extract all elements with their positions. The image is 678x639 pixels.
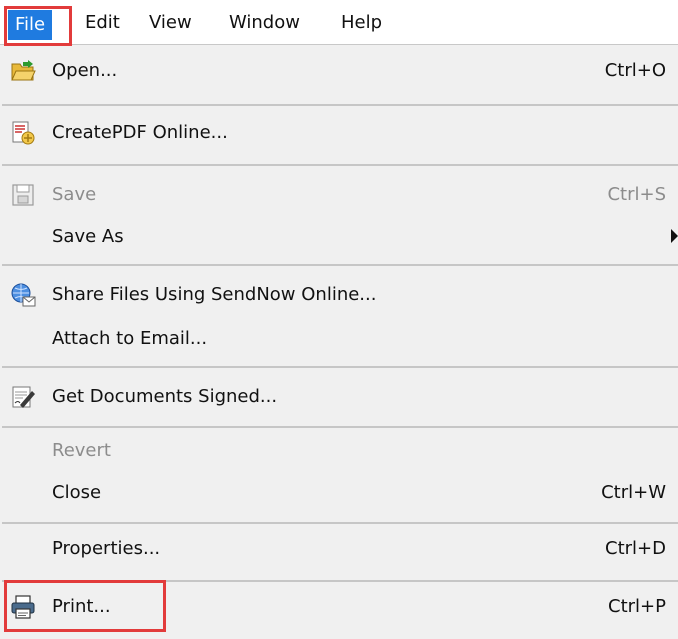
menu-item-print[interactable]: Print... Ctrl+P: [0, 582, 678, 632]
menu-item-properties[interactable]: Properties... Ctrl+D: [0, 524, 678, 574]
printer-icon: [11, 595, 35, 619]
print-shortcut: Ctrl+P: [608, 596, 666, 617]
menu-item-createpdf-online[interactable]: CreatePDF Online...: [0, 108, 678, 158]
create-pdf-icon: [12, 121, 35, 145]
sign-document-icon: [12, 386, 35, 408]
menu-help[interactable]: Help: [334, 8, 389, 38]
separator: [2, 264, 678, 266]
menu-view[interactable]: View: [142, 8, 199, 38]
save-as-label: Save As: [52, 226, 124, 247]
menu-item-close[interactable]: Close Ctrl+W: [0, 468, 678, 518]
signed-label: Get Documents Signed...: [52, 386, 278, 407]
menu-file[interactable]: File: [8, 10, 53, 40]
open-label: Open...: [52, 60, 118, 81]
properties-shortcut: Ctrl+D: [605, 538, 666, 559]
menu-item-attach-email[interactable]: Attach to Email...: [0, 314, 678, 364]
separator: [2, 104, 678, 106]
menu-item-share-sendnow[interactable]: Share Files Using SendNow Online...: [0, 270, 678, 320]
separator: [2, 164, 678, 166]
open-shortcut: Ctrl+O: [604, 60, 666, 81]
menu-item-get-documents-signed[interactable]: Get Documents Signed...: [0, 372, 678, 422]
menu-bar: File Edit View Window Help: [0, 0, 678, 45]
open-folder-icon: [11, 60, 36, 81]
menu-edit[interactable]: Edit: [78, 8, 127, 38]
file-menu-screen: File Edit View Window Help Open... Ctrl+…: [0, 0, 678, 639]
menu-window[interactable]: Window: [222, 8, 307, 38]
submenu-arrow-icon: [671, 229, 678, 243]
createpdf-label: CreatePDF Online...: [52, 122, 228, 143]
menu-item-save-as[interactable]: Save As: [0, 212, 678, 262]
save-disk-icon: [12, 184, 34, 206]
close-shortcut: Ctrl+W: [601, 482, 666, 503]
print-label: Print...: [52, 596, 111, 617]
share-label: Share Files Using SendNow Online...: [52, 284, 377, 305]
properties-label: Properties...: [52, 538, 161, 559]
separator: [2, 366, 678, 368]
menu-item-open[interactable]: Open... Ctrl+O: [0, 46, 678, 96]
share-globe-icon: [11, 283, 36, 307]
close-label: Close: [52, 482, 102, 503]
attach-label: Attach to Email...: [52, 328, 208, 349]
